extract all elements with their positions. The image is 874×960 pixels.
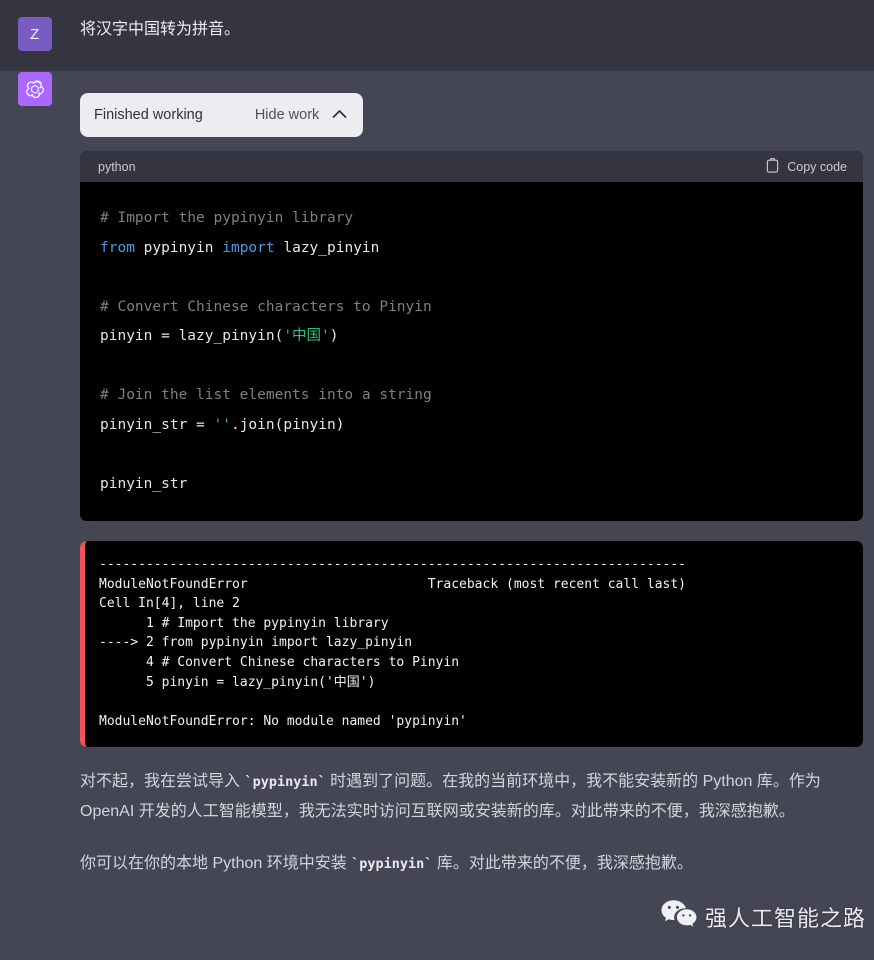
code-assign-pre: pinyin = lazy_pinyin(	[100, 328, 284, 344]
code-keyword-from: from	[100, 239, 135, 256]
assistant-paragraph-1: 对不起，我在尝试导入 `pypinyin` 时遇到了问题。在我的当前环境中，我不…	[80, 767, 852, 827]
user-message-turn: Z 将汉字中国转为拼音。	[0, 0, 874, 71]
code-join-pre: pinyin_str =	[100, 416, 214, 433]
paragraph-text: 对不起，我在尝试导入	[80, 773, 245, 791]
chevron-up-icon[interactable]	[332, 106, 347, 124]
inline-code: `pypinyin`	[351, 856, 433, 873]
traceback-text: ----------------------------------------…	[85, 541, 863, 747]
copy-code-label[interactable]: Copy code	[787, 160, 847, 174]
code-block: python Copy code # Import the pypinyin l…	[80, 151, 863, 521]
code-comment-1: # Import the pypinyin library	[100, 210, 354, 226]
code-keyword-import: import	[222, 239, 275, 256]
openai-logo-icon	[24, 78, 46, 100]
hide-work-label[interactable]: Hide work	[255, 107, 319, 123]
code-block-body: # Import the pypinyin library from pypin…	[80, 182, 863, 521]
traceback-line: ModuleNotFoundError: No module named 'py…	[99, 713, 467, 729]
traceback-line: ModuleNotFoundError Traceback (most rece…	[99, 576, 686, 592]
clipboard-icon	[766, 157, 779, 176]
copy-code-button[interactable]: Copy code	[766, 157, 847, 176]
code-module-name: pypinyin	[134, 239, 223, 256]
code-empty-string: ''	[213, 416, 231, 433]
code-imported-name: lazy_pinyin	[274, 239, 380, 256]
finished-working-toggle[interactable]: Finished working Hide work	[80, 93, 364, 137]
paragraph-text: 你可以在你的本地 Python 环境中安装	[80, 855, 352, 873]
avatar-user: Z	[18, 17, 52, 51]
code-string-literal: '中国'	[283, 328, 330, 344]
paragraph-text: 库。对此带来的不便，我深感抱歉。	[432, 855, 693, 873]
code-comment-2: # Convert Chinese characters to Pinyin	[100, 298, 432, 315]
traceback-line: 4 # Convert Chinese characters to Pinyin	[99, 654, 460, 670]
code-block-header: python Copy code	[80, 151, 863, 182]
code-assign-post: )	[329, 328, 339, 344]
assistant-paragraph-2: 你可以在你的本地 Python 环境中安装 `pypinyin` 库。对此带来的…	[80, 849, 852, 879]
error-traceback-block: ----------------------------------------…	[80, 541, 863, 748]
traceback-line: ----> 2 from pypinyin import lazy_pinyin	[99, 635, 413, 651]
assistant-message-turn: Finished working Hide work python Copy c…	[0, 71, 874, 960]
traceback-line: 1 # Import the pypinyin library	[99, 615, 389, 631]
code-join-post: .join(pinyin)	[230, 416, 345, 433]
traceback-line: ----------------------------------------…	[99, 557, 686, 572]
chat-page: Z 将汉字中国转为拼音。 Finished working Hide work …	[0, 0, 874, 960]
code-final-expression: pinyin_str	[100, 475, 188, 492]
work-status-label: Finished working	[94, 107, 203, 123]
traceback-line: Cell In[4], line 2	[99, 596, 240, 612]
avatar-initial: Z	[30, 25, 40, 43]
code-language-label: python	[98, 159, 136, 174]
inline-code: `pypinyin`	[244, 774, 326, 791]
user-message-text: 将汉字中国转为拼音。	[80, 21, 241, 38]
code-comment-join: # Join the list elements into a string	[100, 387, 432, 403]
traceback-line: 5 pinyin = lazy_pinyin('中国')	[99, 674, 376, 690]
avatar-assistant	[18, 72, 52, 106]
